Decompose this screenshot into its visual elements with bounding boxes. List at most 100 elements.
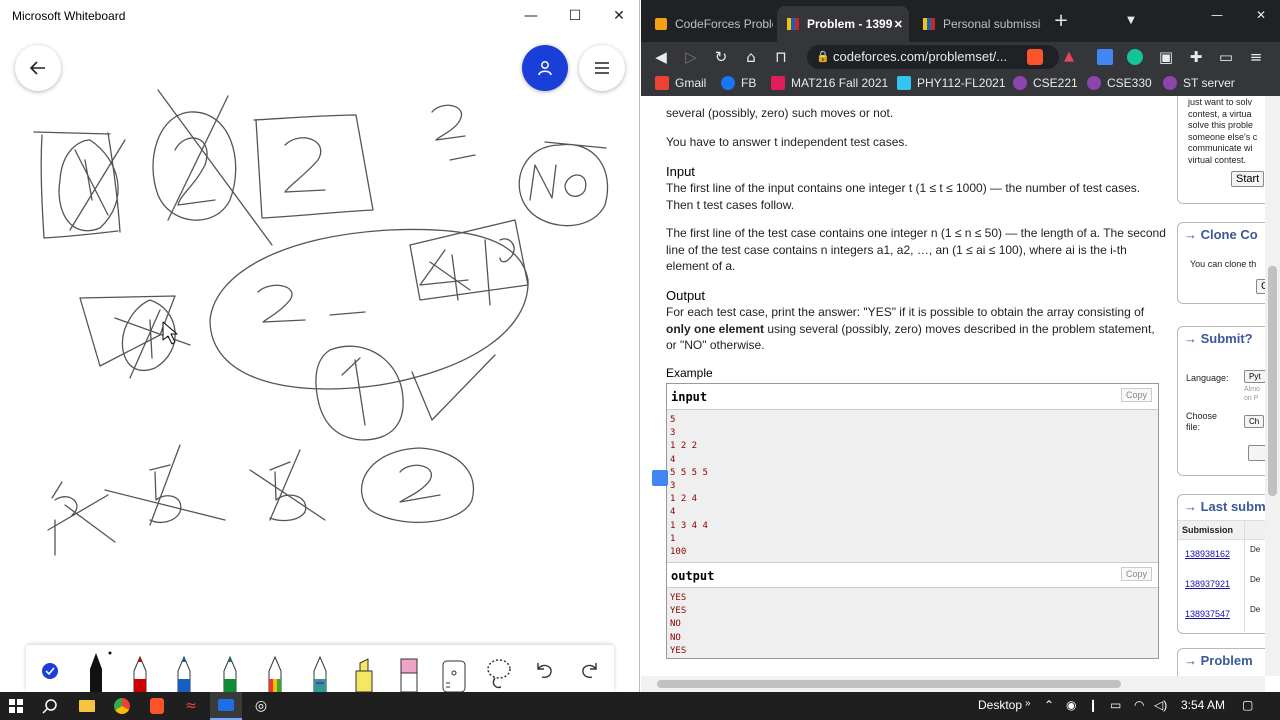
menu-button[interactable] [579, 45, 625, 91]
tab-search-icon[interactable]: ▼ [1121, 11, 1141, 31]
select-tool[interactable] [32, 649, 68, 692]
undo-icon [537, 663, 552, 679]
bookmarks-bar: Gmail FB MAT216 Fall 2021 PHY112-FL2021 … [641, 72, 1280, 96]
galaxy-pen-tool[interactable] [302, 649, 338, 692]
language-label: Language: [1186, 373, 1229, 383]
rainbow-pen-tool[interactable] [257, 649, 293, 692]
address-bar[interactable]: 🔒 codeforces.com/problemset/... [807, 45, 1059, 69]
back-icon[interactable]: ◀ [651, 47, 671, 67]
language-select[interactable]: Pyt [1244, 370, 1266, 383]
undo-button[interactable] [526, 649, 562, 692]
wallet-icon[interactable]: ▭ [1216, 47, 1236, 67]
back-button[interactable] [15, 45, 61, 91]
start-button[interactable]: Start [1231, 171, 1265, 187]
cursor-icon [162, 321, 178, 345]
bookmark-icon[interactable]: ⊓ [771, 47, 791, 67]
clock[interactable]: 3:54 AM [1181, 698, 1225, 712]
choose-file-button[interactable]: Ch [1244, 415, 1265, 428]
ink-stroke [257, 284, 366, 323]
red-pen-tool[interactable] [122, 649, 158, 692]
scroll-thumb[interactable] [657, 680, 1121, 688]
ruler-tool[interactable] [436, 649, 472, 692]
bookmark-st-server[interactable]: ST server [1163, 76, 1235, 90]
ink-stroke [529, 164, 587, 201]
volume-icon[interactable]: ◁) [1154, 698, 1167, 712]
redo-button[interactable] [572, 649, 608, 692]
search-icon[interactable] [40, 696, 60, 716]
reload-icon[interactable]: ↻ [711, 47, 731, 67]
invite-button[interactable] [522, 45, 568, 91]
tab-personal-submissions[interactable]: Personal submissio [913, 6, 1041, 42]
sample-output[interactable]: YES YES NO NO YES [667, 588, 1158, 658]
chevron-up-icon[interactable]: ⌃ [1044, 698, 1054, 712]
menu-icon[interactable]: ≡ [1246, 47, 1266, 67]
bookmark-cse221[interactable]: CSE221 [1013, 76, 1078, 90]
vertical-scrollbar[interactable] [1265, 96, 1280, 676]
home-icon[interactable]: ⌂ [741, 47, 761, 67]
whiteboard-taskbar-icon[interactable] [210, 692, 242, 720]
wifi-icon[interactable]: ◠ [1134, 698, 1144, 712]
notification-icon[interactable]: ▢ [1242, 698, 1253, 712]
submission-link[interactable]: 138937921 [1185, 579, 1230, 589]
translate-icon[interactable] [1097, 49, 1113, 65]
close-button[interactable]: ✕ [597, 0, 639, 32]
bookmark-gmail[interactable]: Gmail [655, 76, 706, 90]
yellow-highlighter-tool[interactable] [346, 649, 382, 692]
copy-output-button[interactable]: Copy [1120, 567, 1152, 581]
maximize-button[interactable]: ☐ [553, 0, 597, 32]
ink-stroke [79, 295, 176, 367]
bookmark-mat216[interactable]: MAT216 Fall 2021 [771, 76, 888, 90]
submission-link[interactable]: 138937547 [1185, 609, 1230, 619]
brave-icon[interactable] [147, 696, 167, 716]
desktop-label[interactable]: Desktop [978, 698, 1022, 712]
battery-icon[interactable]: ▭ [1110, 698, 1121, 712]
eraser-tool[interactable] [391, 649, 427, 692]
bookmark-fb[interactable]: FB [721, 76, 756, 90]
virtual-contest-text: just want to solv contest, a virtua solv… [1188, 97, 1258, 165]
pen-icon [313, 655, 327, 692]
bookmark-label: MAT216 Fall 2021 [791, 76, 889, 90]
lasso-tool[interactable] [481, 649, 517, 692]
microphone-icon[interactable]: ❙ [1088, 698, 1098, 712]
extension-icon[interactable]: ▣ [1156, 47, 1176, 67]
choose-file-label: Choose file: [1186, 411, 1218, 432]
minimize-button[interactable]: — [1207, 5, 1227, 25]
close-tab-icon[interactable]: ✕ [894, 18, 903, 31]
green-pen-tool[interactable] [212, 649, 248, 692]
new-tab-button[interactable]: + [1051, 11, 1071, 31]
submission-date: De [1250, 575, 1261, 584]
puzzle-icon[interactable]: ✚ [1186, 47, 1206, 67]
bookmark-phy112[interactable]: PHY112-FL2021 [897, 76, 1006, 90]
tab-problem[interactable]: Problem - 1399 ✕ [777, 6, 909, 42]
whiteboard-canvas[interactable] [0, 0, 640, 692]
black-pen-tool[interactable] [78, 649, 114, 692]
file-explorer-icon[interactable] [77, 696, 97, 716]
forward-icon[interactable]: ▷ [681, 47, 701, 67]
copy-input-button[interactable]: Copy [1120, 388, 1152, 402]
bookmark-label: Gmail [675, 76, 707, 90]
camera-icon[interactable]: ◉ [1066, 698, 1076, 712]
check-circle-icon [42, 663, 58, 679]
submission-link[interactable]: 138938162 [1185, 549, 1230, 559]
tab-codeforces-problems[interactable]: CodeForces Proble [645, 6, 773, 42]
close-button[interactable]: ✕ [1251, 5, 1271, 25]
app-icon[interactable]: ◎ [251, 696, 271, 716]
brave-shield-icon[interactable] [1027, 49, 1043, 65]
rewards-icon[interactable]: ▲ [1059, 47, 1079, 67]
scroll-thumb[interactable] [1268, 266, 1277, 496]
bookmark-cse330[interactable]: CSE330 [1087, 76, 1152, 90]
sample-input[interactable]: 5 3 1 2 2 4 5 5 5 5 3 1 2 4 4 1 3 4 4 1 … [667, 410, 1158, 562]
editor-icon[interactable]: ≈ [181, 696, 201, 716]
horizontal-scrollbar[interactable] [641, 676, 1265, 692]
blue-pen-tool[interactable] [166, 649, 202, 692]
grammarly-icon[interactable] [1127, 49, 1143, 65]
overflow-icon[interactable]: » [1025, 698, 1031, 709]
pen-toolbar [26, 645, 614, 692]
tab-label: Problem - 1399 [807, 17, 893, 31]
minimize-button[interactable]: — [509, 0, 553, 32]
windows-start-icon[interactable] [6, 696, 26, 716]
pen-icon [133, 655, 147, 692]
translate-icon[interactable] [652, 470, 668, 486]
eraser-icon [400, 658, 418, 692]
chrome-icon[interactable] [112, 696, 132, 716]
